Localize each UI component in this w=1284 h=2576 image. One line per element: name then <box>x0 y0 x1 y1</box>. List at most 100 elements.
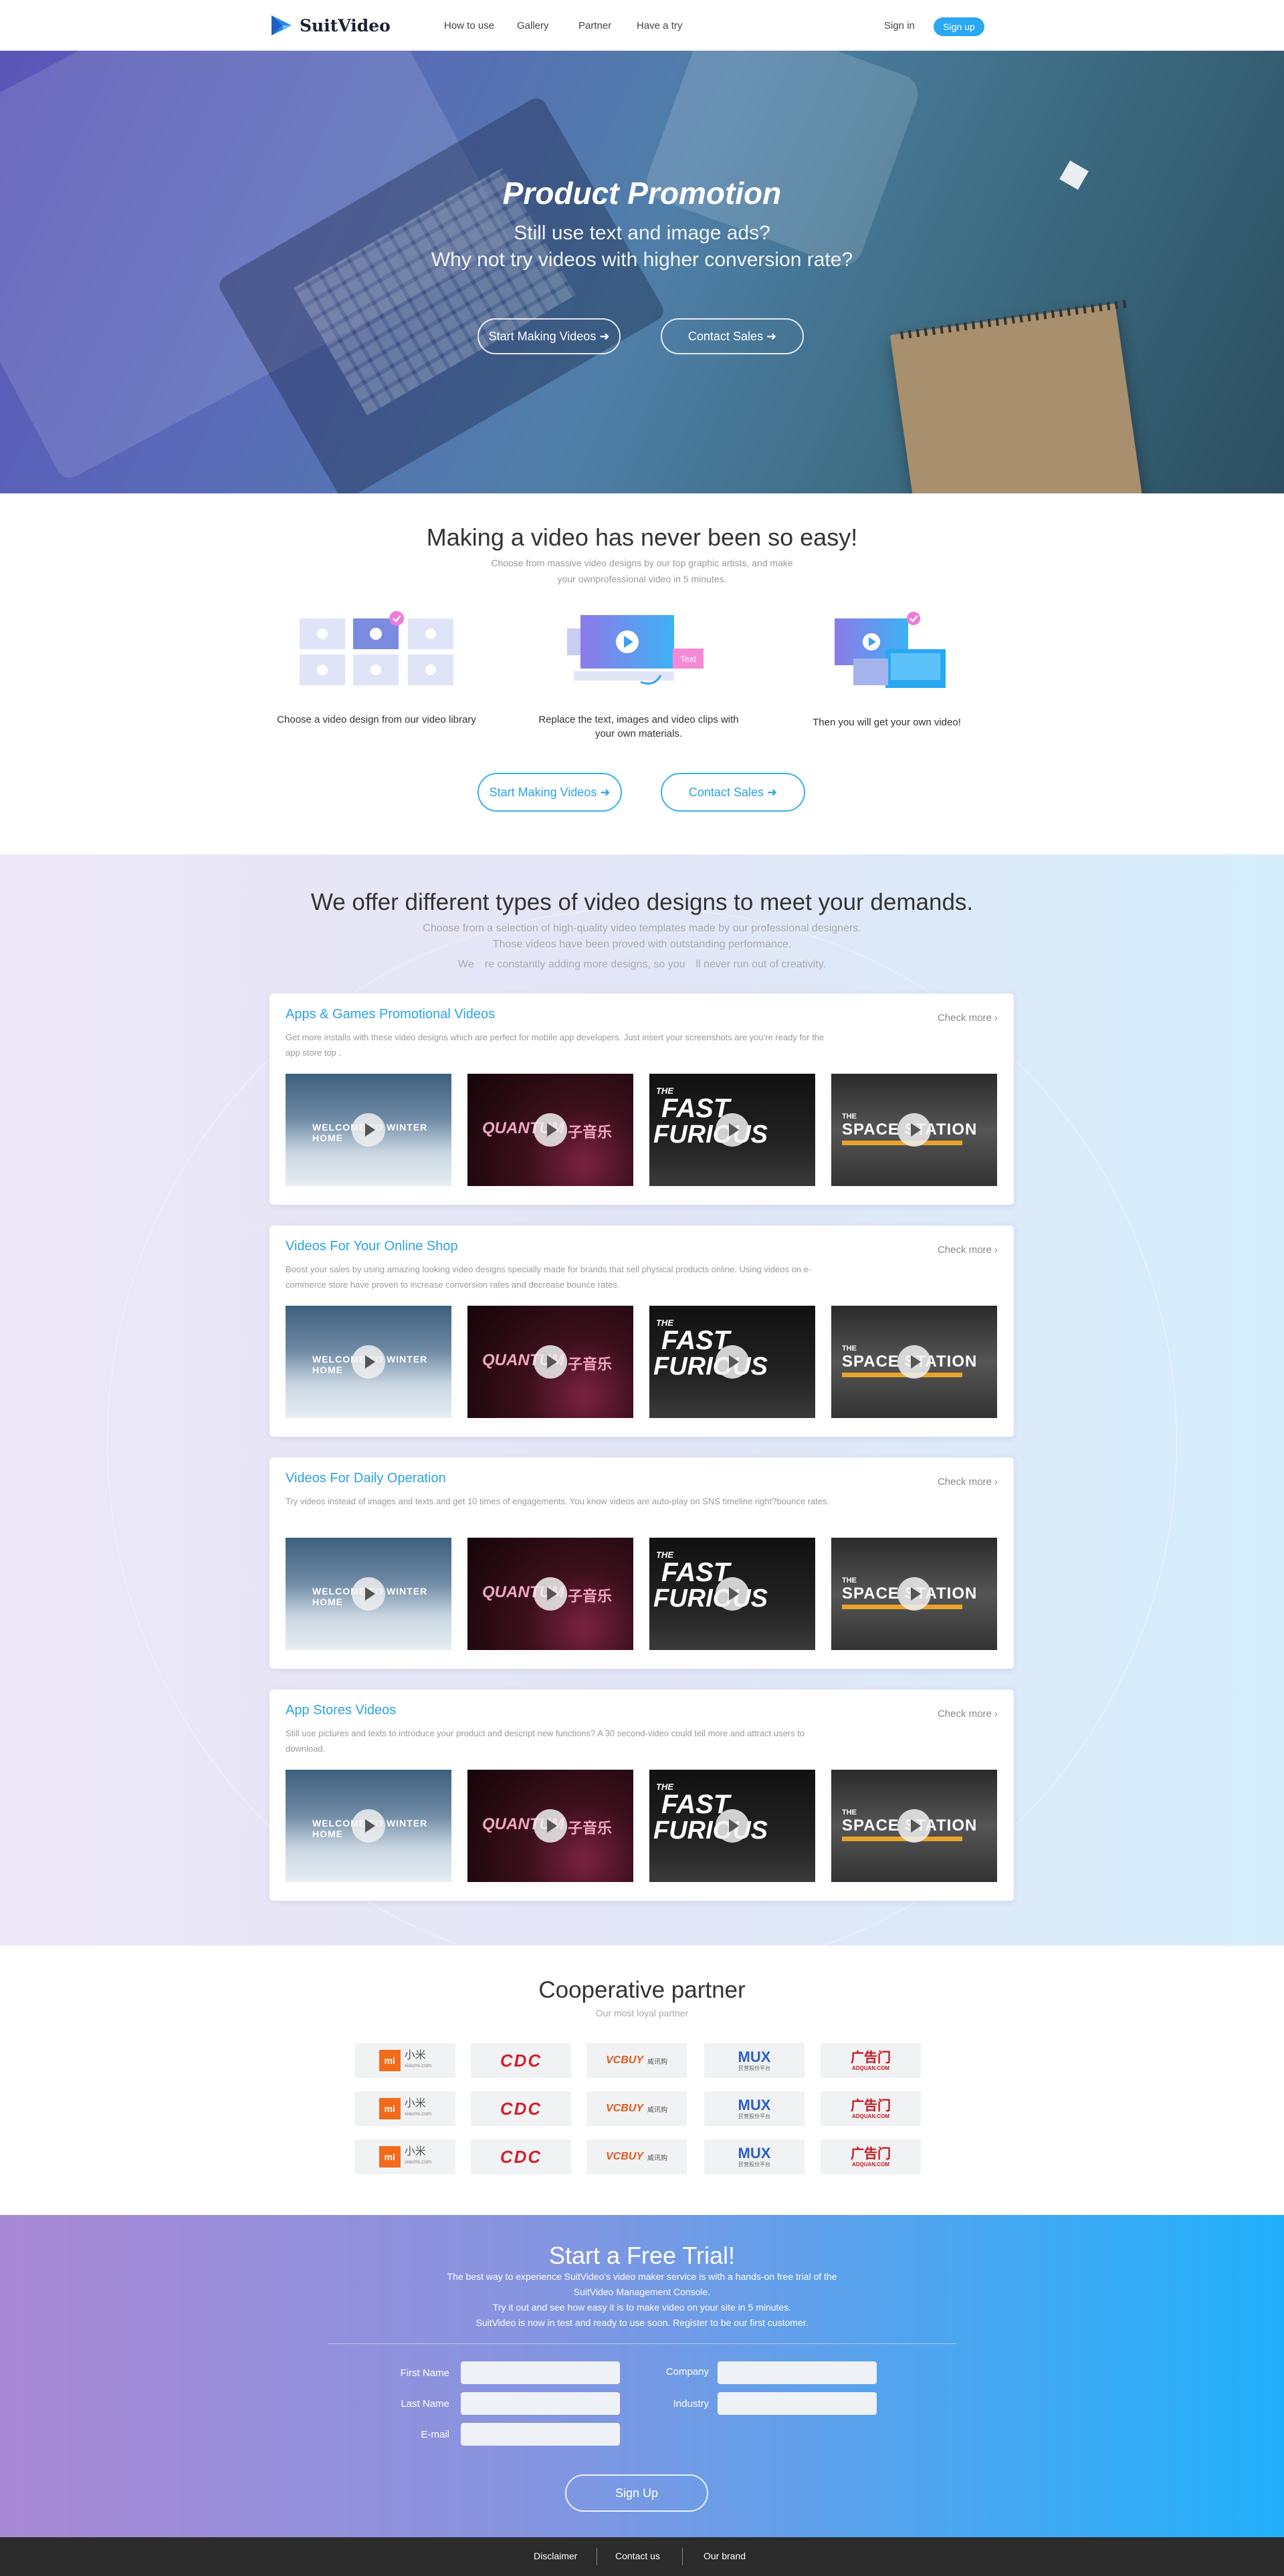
play-icon[interactable] <box>534 1113 567 1147</box>
start-making-videos-button[interactable]: Start Making Videos ➜ <box>477 773 622 812</box>
play-icon[interactable] <box>897 1345 931 1379</box>
hero-contact-label: Contact Sales <box>687 330 763 343</box>
video-thumbnail[interactable]: THE FAST FURIOUS <box>649 1538 815 1650</box>
partner-logo-xiaomi[interactable]: mi 小米 xiaomi.com <box>355 2091 455 2126</box>
video-thumbnail[interactable]: THE FAST FURIOUS <box>649 1074 815 1186</box>
category-title[interactable]: Videos For Your Online Shop <box>286 1239 458 1254</box>
brand-logo[interactable]: SuitVideo <box>269 13 391 38</box>
play-icon[interactable] <box>716 1577 749 1611</box>
video-thumbnail[interactable]: THE FAST FURIOUS <box>649 1306 815 1418</box>
play-icon[interactable] <box>897 1577 931 1611</box>
play-icon[interactable] <box>352 1345 385 1379</box>
partner-logo-vcbuy[interactable]: VCBUY 威讯购 <box>586 2139 687 2174</box>
play-icon[interactable] <box>897 1809 931 1843</box>
step-3-caption: Then you will get your own video! <box>813 717 961 728</box>
play-icon[interactable] <box>352 1809 385 1843</box>
hero-banner: Product Promotion Still use text and ima… <box>0 51 1284 493</box>
check-more-link[interactable]: Check more › <box>938 1012 998 1024</box>
footer-brand-link[interactable]: Our brand <box>704 2551 746 2561</box>
hero-start-making-videos-button[interactable]: Start Making Videos ➜ <box>477 318 621 354</box>
nav-how-to-use[interactable]: How to use <box>444 20 494 31</box>
check-more-link[interactable]: Check more › <box>938 1244 998 1256</box>
partner-logo-vcbuy[interactable]: VCBUY 威讯购 <box>586 2091 687 2126</box>
hero-contact-sales-button[interactable]: Contact Sales ➜ <box>661 318 804 354</box>
email-input[interactable] <box>461 2423 620 2446</box>
partner-logo-mux[interactable]: MUX 民营股份平台 <box>704 2043 805 2078</box>
industry-input[interactable] <box>718 2392 877 2415</box>
mi-icon: mi <box>379 2050 401 2071</box>
play-icon[interactable] <box>897 1113 931 1147</box>
replace-materials-illustration: Text <box>567 615 704 685</box>
partner-logo-adquan[interactable]: 广告门 ADQUAN.COM <box>821 2043 921 2078</box>
nav-partner[interactable]: Partner <box>578 20 611 31</box>
video-thumbnail[interactable]: WELCOME TO WINTER HOME <box>286 1538 451 1650</box>
nav-gallery[interactable]: Gallery <box>517 20 549 31</box>
vcbuy-name: VCBUY <box>605 2151 643 2162</box>
check-more-label: Check more <box>937 1012 992 1024</box>
category-title[interactable]: App Stores Videos <box>286 1703 396 1718</box>
chevron-right-icon: › <box>994 1476 998 1488</box>
company-input[interactable] <box>718 2361 877 2384</box>
partner-logo-xiaomi[interactable]: mi 小米 xiaomi.com <box>355 2139 455 2174</box>
footer-contact-link[interactable]: Contact us <box>615 2551 660 2561</box>
category-title[interactable]: Videos For Daily Operation <box>286 1471 446 1486</box>
check-more-link[interactable]: Check more › <box>938 1476 998 1488</box>
play-icon[interactable] <box>534 1809 567 1843</box>
play-icon[interactable] <box>352 1113 385 1147</box>
contact-sales-button[interactable]: Contact Sales ➜ <box>661 773 805 812</box>
adquan-name: 广告门 <box>851 2098 891 2113</box>
video-thumbnail[interactable]: WELCOME TO WINTER HOME <box>286 1306 451 1418</box>
partner-logo-cdc[interactable]: CDC <box>471 2091 571 2126</box>
xiaomi-text: 小米 xiaomi.com <box>405 2099 431 2119</box>
last-name-input[interactable] <box>461 2392 620 2415</box>
trial-sign-up-button[interactable]: Sign Up <box>565 2474 708 2512</box>
vcbuy-sub: 威讯购 <box>647 2106 667 2114</box>
first-name-input[interactable] <box>461 2361 620 2384</box>
play-icon[interactable] <box>716 1345 749 1379</box>
xiaomi-sub: xiaomi.com <box>404 2159 432 2165</box>
partner-logo-vcbuy[interactable]: VCBUY 威讯购 <box>586 2043 687 2078</box>
video-thumbnail[interactable]: THE SPACE STATION <box>831 1074 997 1186</box>
video-thumbnail[interactable]: WELCOME TO WINTER HOME <box>286 1074 451 1186</box>
trial-title: Start a Free Trial! <box>548 2242 736 2269</box>
partner-logo-adquan[interactable]: 广告门 ADQUAN.COM <box>821 2139 921 2174</box>
video-thumbnail[interactable]: QUANTUM 子音乐 <box>467 1074 633 1186</box>
arrow-right-icon: ➜ <box>599 330 610 343</box>
easy-section-title: Making a video has never been so easy! <box>426 523 858 551</box>
video-thumbnail[interactable]: QUANTUM 子音乐 <box>467 1770 633 1882</box>
hero-subtitle-line2: Why not try videos with higher conversio… <box>431 249 853 271</box>
play-icon[interactable] <box>534 1345 567 1379</box>
video-thumbnail[interactable]: THE SPACE STATION <box>831 1306 997 1418</box>
video-thumbnail[interactable]: THE SPACE STATION <box>831 1770 997 1882</box>
video-thumbnail[interactable]: QUANTUM 子音乐 <box>467 1538 633 1650</box>
vcbuy-name: VCBUY <box>605 2055 643 2066</box>
xiaomi-text: 小米 xiaomi.com <box>405 2147 431 2167</box>
play-icon[interactable] <box>534 1577 567 1611</box>
hero-start-label: Start Making Videos <box>488 330 597 343</box>
check-more-link[interactable]: Check more › <box>938 1708 998 1720</box>
chevron-right-icon: › <box>994 1244 998 1256</box>
play-icon[interactable] <box>716 1113 749 1147</box>
category-card: Videos For Your Online Shop Boost your s… <box>270 1225 1014 1437</box>
category-title[interactable]: Apps & Games Promotional Videos <box>286 1007 495 1022</box>
sign-up-button[interactable]: Sign up <box>934 17 984 36</box>
video-thumbnail[interactable]: QUANTUM 子音乐 <box>467 1306 633 1418</box>
partner-logo-cdc[interactable]: CDC <box>471 2043 571 2078</box>
play-icon[interactable] <box>716 1809 749 1843</box>
partner-logo-cdc[interactable]: CDC <box>471 2139 571 2174</box>
check-more-label: Check more <box>937 1476 992 1488</box>
sign-in-link[interactable]: Sign in <box>884 20 915 31</box>
play-icon[interactable] <box>352 1577 385 1611</box>
video-thumbnail[interactable]: WELCOME TO WINTER HOME <box>286 1770 451 1882</box>
partner-logo-mux[interactable]: MUX 民营股份平台 <box>704 2091 805 2126</box>
thumb-quantum-cn: 子音乐 <box>568 1356 613 1373</box>
partner-logo-xiaomi[interactable]: mi 小米 xiaomi.com <box>355 2043 455 2078</box>
nav-have-a-try[interactable]: Have a try <box>637 20 682 31</box>
video-thumbnail[interactable]: THE FAST FURIOUS <box>649 1770 815 1882</box>
thumb-quantum-cn: 子音乐 <box>568 1820 613 1837</box>
partner-logo-mux[interactable]: MUX 民营股份平台 <box>704 2139 805 2174</box>
video-thumbnail[interactable]: THE SPACE STATION <box>831 1538 997 1650</box>
partner-logo-adquan[interactable]: 广告门 ADQUAN.COM <box>821 2091 921 2126</box>
thumb-space-the: THE <box>842 1576 857 1585</box>
footer-disclaimer-link[interactable]: Disclaimer <box>534 2551 577 2561</box>
